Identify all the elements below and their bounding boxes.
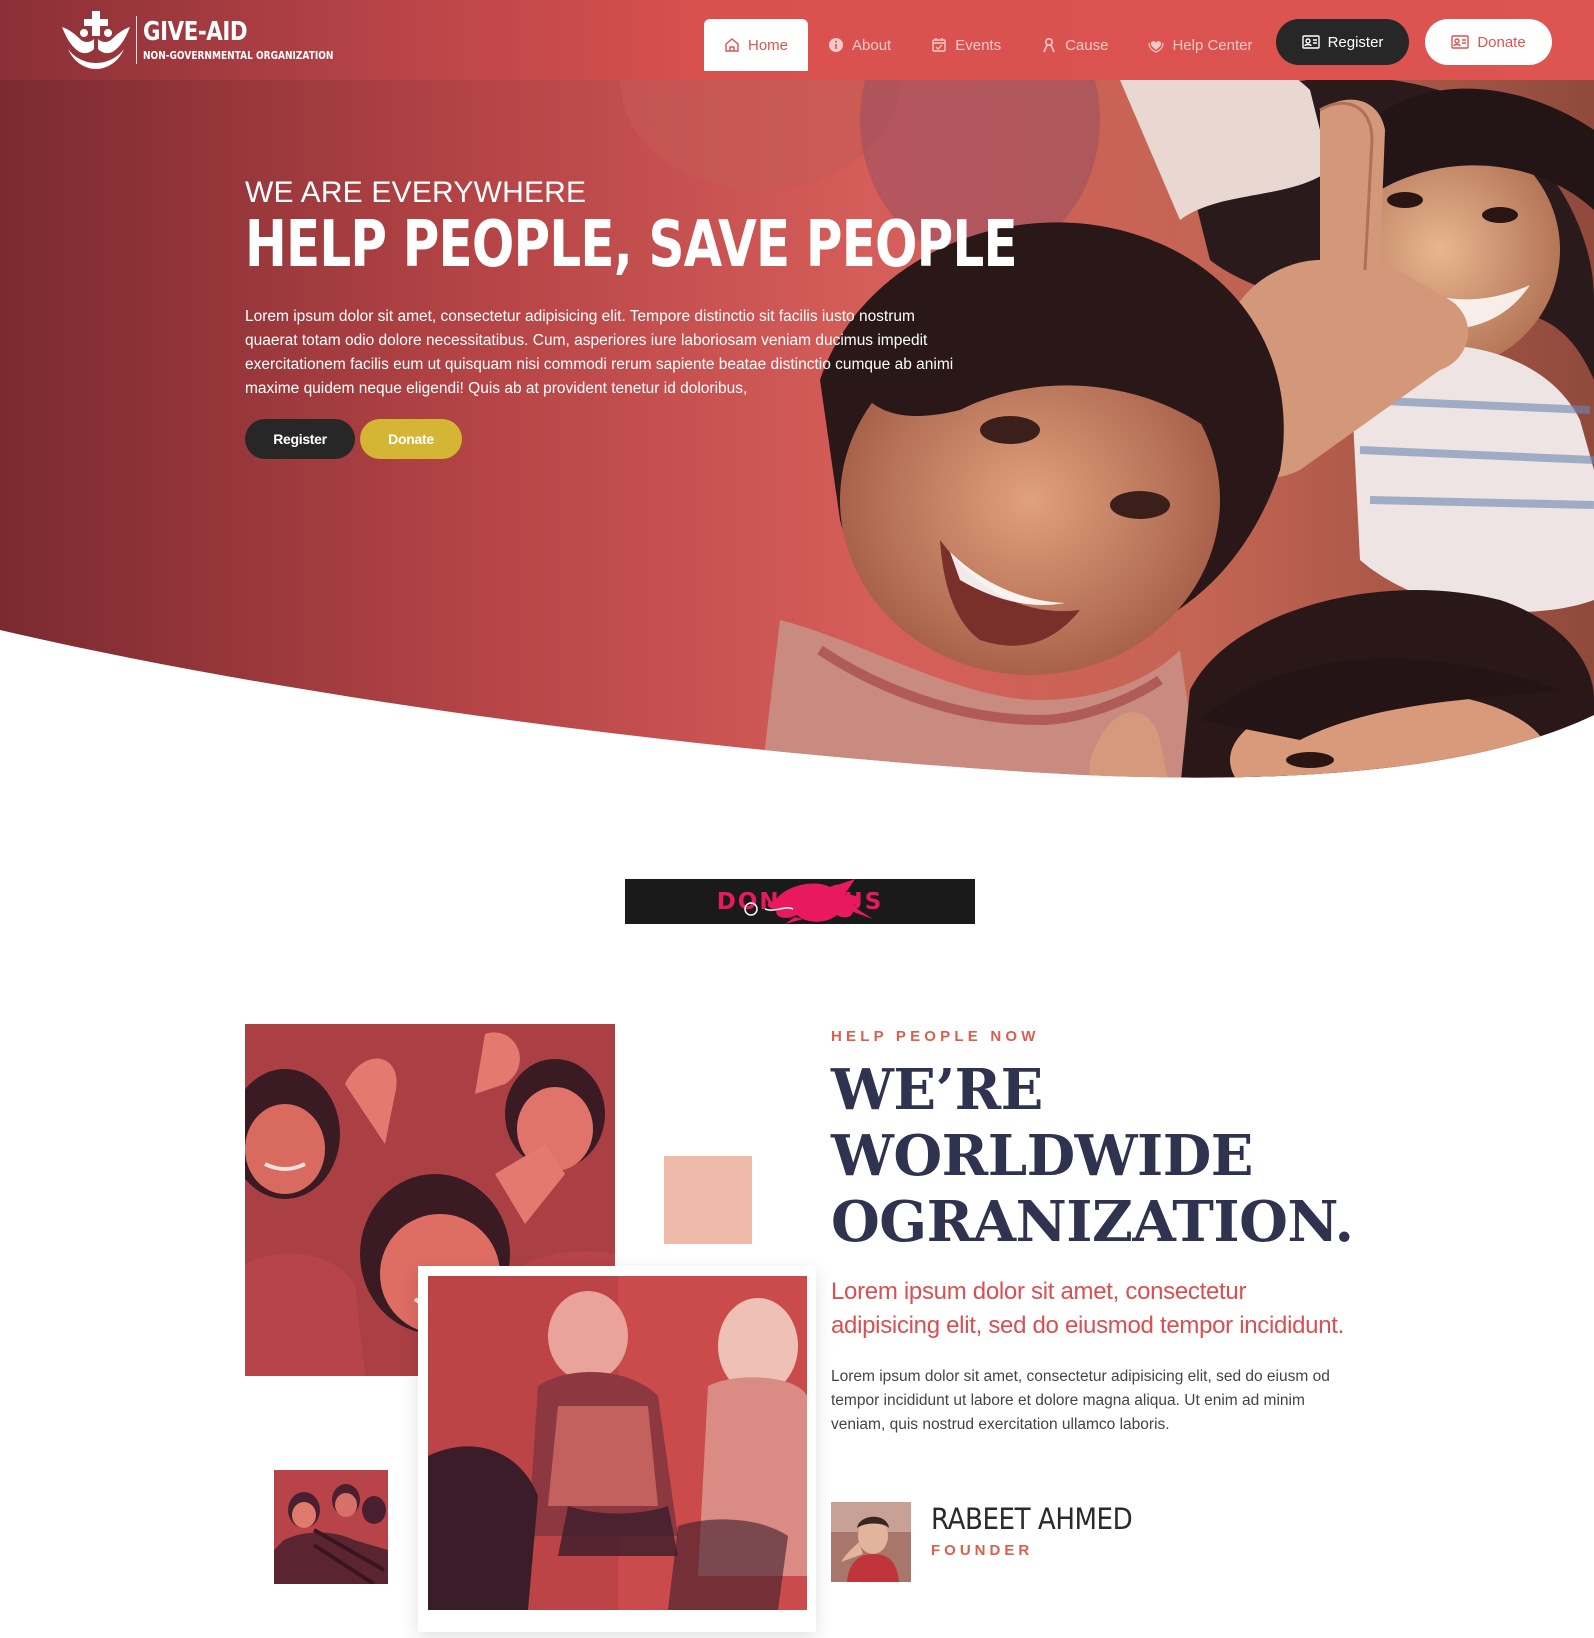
hero-content: WE ARE EVERYWHERE HELP PEOPLE, SAVE PEOP… [245,176,1018,460]
hero-register-button[interactable]: Register [245,419,355,460]
elders-photo-image [428,1276,807,1610]
about-kicker: HELP PEOPLE NOW [831,1028,1040,1045]
id-card-icon [1451,35,1470,49]
nav-item-label: Events [955,36,1002,54]
about-section: HELP PEOPLE NOW WE’RE WORLDWIDE OGRANIZA… [831,1028,1354,1437]
logo-divider [136,16,137,64]
nav-item-label: Cause [1065,36,1109,54]
hero-actions: Register Donate [245,419,965,460]
kids-small-photo-image [274,1470,388,1584]
founder-card: RABEET AHMED FOUNDER [831,1502,1155,1582]
nav-item-label: Help Center [1172,36,1253,54]
header-donate-label: Donate [1477,33,1526,51]
logo-text: GIVE-AID NON-GOVERNMENTAL ORGANIZATION [143,19,375,61]
hero-title: HELP PEOPLE, SAVE PEOPLE [245,208,1018,282]
paint-splash-icon [744,879,873,924]
ribbon-icon [1043,37,1055,53]
founder-name: RABEET AHMED [931,1502,1133,1536]
hero-section: WE ARE EVERYWHERE HELP PEOPLE, SAVE PEOP… [0,0,1594,790]
decorative-square [664,1156,752,1244]
nav-item-label: About [852,36,892,54]
founder-avatar-image [831,1502,911,1582]
founder-info: RABEET AHMED FOUNDER [931,1502,1155,1559]
id-card-icon [1301,35,1320,49]
nav-item-home[interactable]: Home [704,19,809,71]
logo[interactable]: GIVE-AID NON-GOVERNMENTAL ORGANIZATION [58,10,375,70]
founder-role: FOUNDER [931,1542,1034,1559]
donate-us-banner[interactable]: DONATE US [625,879,975,924]
elders-photo [428,1276,807,1610]
nav-item-events[interactable]: Events [911,19,1021,71]
about-title-line: WE’RE [831,1057,1043,1123]
about-title-line: OGRANIZATION. [831,1189,1354,1255]
heart-hands-icon [1148,41,1165,53]
brand-tagline: NON-GOVERNMENTAL ORGANIZATION [143,49,334,62]
calendar-icon [932,38,946,52]
header-donate-button[interactable]: Donate [1425,19,1552,65]
info-icon [829,38,844,52]
kids-small-photo [274,1470,388,1584]
hero-kicker: WE ARE EVERYWHERE [245,176,587,209]
helping-hands-logo-icon [62,11,130,69]
about-description: Lorem ipsum dolor sit amet, consectetur … [831,1368,1330,1433]
about-title-line: WORLDWIDE [831,1123,1253,1189]
founder-avatar [831,1502,911,1582]
site-header: GIVE-AID NON-GOVERNMENTAL ORGANIZATION H… [0,0,1594,80]
header-register-label: Register [1327,33,1384,51]
about-lead: Lorem ipsum dolor sit amet, consectetur … [831,1278,1344,1339]
nav-item-label: Home [748,36,789,54]
hero-donate-button[interactable]: Donate [360,419,462,460]
hero-description: Lorem ipsum dolor sit amet, consectetur … [245,308,954,398]
header-register-button[interactable]: Register [1276,19,1409,65]
main-nav: Home About Events Cause Help Center [704,19,1272,71]
nav-item-cause[interactable]: Cause [1021,19,1128,71]
nav-item-about[interactable]: About [808,19,911,71]
about-title: WE’RE WORLDWIDE OGRANIZATION. [831,1057,1354,1255]
home-icon [725,38,739,52]
nav-item-help-center[interactable]: Help Center [1128,19,1272,71]
brand-name: GIVE-AID [143,17,248,47]
